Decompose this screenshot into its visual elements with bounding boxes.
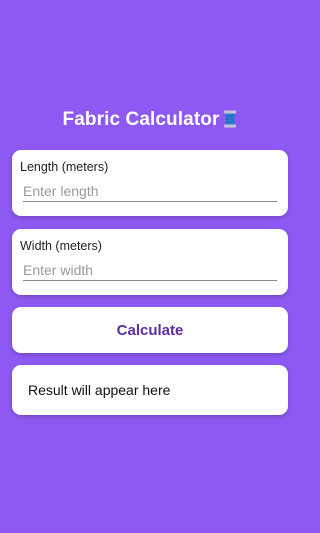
length-card: Length (meters) xyxy=(12,150,288,216)
result-text: Result will appear here xyxy=(28,382,171,398)
app-screen: Fabric Calculator Length (meters) Width … xyxy=(0,0,300,533)
calculate-card: Calculate xyxy=(12,307,288,353)
length-label: Length (meters) xyxy=(20,160,109,174)
length-input[interactable] xyxy=(23,180,277,202)
spool-of-thread-icon xyxy=(224,110,237,128)
width-input[interactable] xyxy=(23,259,277,281)
page-title-text: Fabric Calculator xyxy=(62,109,220,130)
calculate-button[interactable]: Calculate xyxy=(12,307,288,353)
result-card: Result will appear here xyxy=(12,365,288,415)
page-title: Fabric Calculator xyxy=(0,108,300,132)
width-card: Width (meters) xyxy=(12,229,288,295)
width-label: Width (meters) xyxy=(20,239,102,253)
